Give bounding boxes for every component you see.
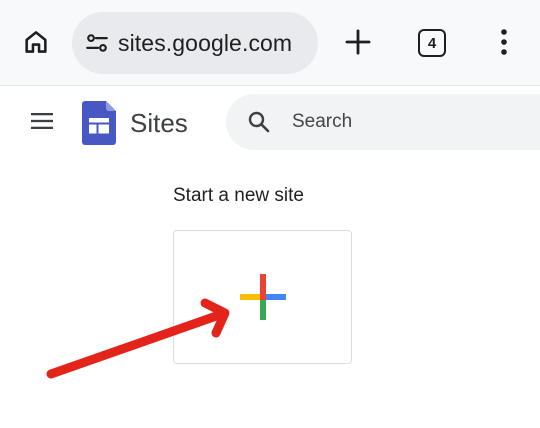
search-bar[interactable] (226, 94, 540, 150)
hamburger-icon (31, 112, 53, 135)
home-icon (22, 28, 50, 61)
sites-logo-icon[interactable] (82, 101, 116, 145)
start-new-site-heading: Start a new site (173, 185, 304, 206)
url-text[interactable]: sites.google.com (118, 30, 292, 57)
search-icon[interactable] (246, 109, 272, 135)
home-button[interactable] (16, 24, 56, 64)
plus-icon (344, 28, 372, 61)
search-input[interactable] (292, 111, 492, 133)
browser-menu-button[interactable] (486, 24, 522, 64)
tab-switcher-button[interactable]: 4 (418, 29, 446, 57)
more-vert-icon (499, 28, 509, 61)
google-plus-icon (240, 274, 286, 320)
app-title[interactable]: Sites (130, 106, 188, 140)
blank-site-template-card[interactable] (173, 230, 352, 364)
browser-toolbar: sites.google.com 4 (0, 0, 540, 86)
new-tab-button[interactable] (338, 24, 378, 64)
address-bar[interactable]: sites.google.com (72, 12, 318, 74)
site-info-icon[interactable] (84, 30, 110, 56)
main-menu-button[interactable] (24, 105, 60, 141)
